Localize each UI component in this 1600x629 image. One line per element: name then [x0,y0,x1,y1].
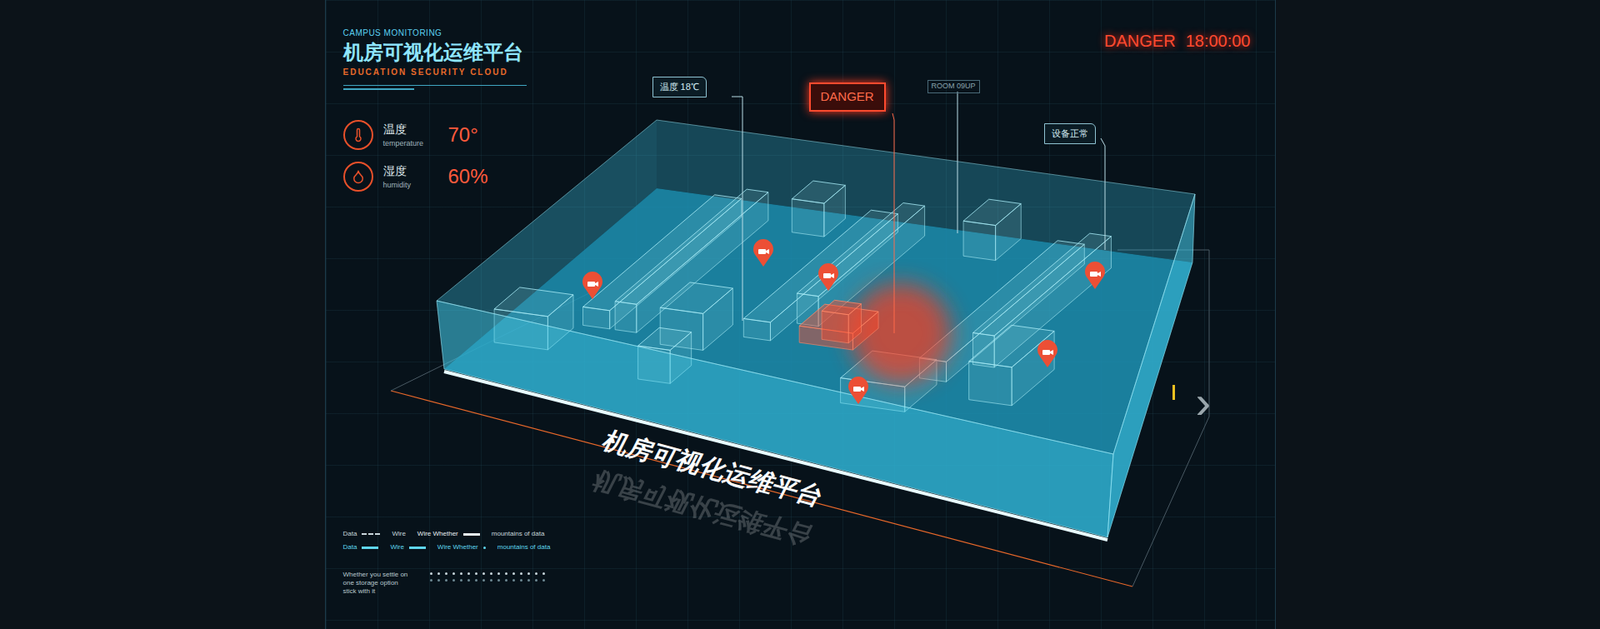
callout[interactable]: ROOM 09UP [927,80,980,94]
camera-pin-icon[interactable] [1037,340,1058,368]
front-wall [436,300,1114,538]
leader-line [1100,138,1105,250]
right-wall [1107,194,1195,538]
legend-swatch [483,546,486,550]
dot-row [430,572,545,582]
legend-swatch [409,546,426,550]
stat-row: 温度temperature70° [343,120,1258,150]
camera-pin-icon[interactable] [752,239,773,267]
camera-pin-icon[interactable] [1085,261,1105,290]
callout[interactable]: 温度 18℃ [652,76,707,98]
legend-item: Data [343,542,380,553]
header: CAMPUS MONITORING机房可视化运维平台EDUCATION SECU… [343,26,527,90]
legend-item: Wire Whether [437,542,486,553]
rack [821,300,861,343]
droplet-icon [343,161,374,192]
legend-swatch [361,546,379,550]
marker [1172,385,1175,400]
title: 机房可视化运维平台 [343,39,527,66]
legend-item: Data [343,529,381,540]
legend-item: mountains of data [497,542,551,553]
legend-item: mountains of data [491,529,545,540]
camera-pin-icon[interactable] [818,263,839,291]
next-button[interactable]: › [1192,379,1215,426]
callout[interactable]: 设备正常 [1044,123,1096,145]
leader-line [956,91,958,234]
page: CAMPUS MONITORING机房可视化运维平台EDUCATION SECU… [0,0,1600,629]
rack [968,325,1054,406]
camera-pin-icon[interactable] [582,271,603,300]
alarm-banner: DANGER18:00:00 [1104,28,1250,54]
rack [963,199,1021,260]
alert-callout[interactable]: DANGER [809,82,886,112]
rack [615,189,769,333]
stat-row: 湿度humidity60% [343,161,1258,192]
camera-pin-icon[interactable] [848,376,869,405]
rack [791,180,845,237]
leader-line [892,113,895,334]
thermometer-icon [343,120,374,150]
legend-item: Wire [390,542,425,553]
leader-line [731,96,743,321]
alert-hotspot[interactable] [799,283,951,384]
legend-item: Wire [391,529,405,540]
legend-swatch [463,533,480,536]
dashboard-panel: CAMPUS MONITORING机房可视化运维平台EDUCATION SECU… [325,0,1276,629]
note: Whether you settle on one storage option… [343,570,410,596]
legend-swatch [361,533,380,535]
legend-item: Wire Whether [417,529,480,540]
stats: 温度temperature70° 湿度humidity60% [343,120,1258,192]
